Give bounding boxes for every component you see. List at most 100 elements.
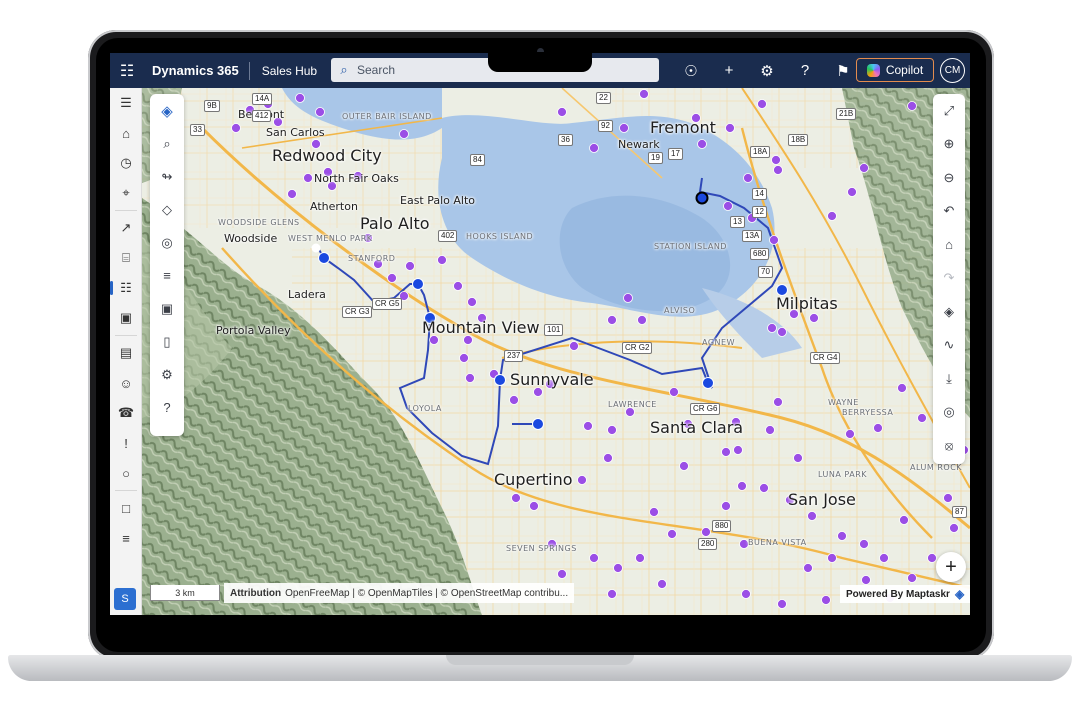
poi-marker[interactable] bbox=[405, 261, 415, 271]
poi-marker[interactable] bbox=[837, 531, 847, 541]
zoom-out-icon[interactable]: ⊖ bbox=[933, 161, 965, 195]
poi-marker[interactable] bbox=[907, 101, 917, 111]
plus-icon[interactable]: + bbox=[710, 53, 748, 88]
route-icon[interactable]: ↬ bbox=[150, 160, 184, 193]
poi-marker[interactable] bbox=[769, 235, 779, 245]
rocket-icon[interactable]: ↗ bbox=[110, 213, 142, 243]
poi-marker[interactable] bbox=[803, 563, 813, 573]
poi-marker[interactable] bbox=[315, 107, 325, 117]
alert-icon[interactable]: ! bbox=[110, 428, 142, 458]
camera-icon[interactable]: ▣ bbox=[150, 292, 184, 325]
poi-marker[interactable] bbox=[899, 515, 909, 525]
poi-marker[interactable] bbox=[607, 425, 617, 435]
question-icon[interactable]: ? bbox=[150, 391, 184, 424]
poi-marker[interactable] bbox=[767, 323, 777, 333]
download-icon[interactable]: ⤓ bbox=[933, 362, 965, 396]
user-avatar[interactable]: CM bbox=[940, 58, 965, 83]
map-style-icon[interactable]: ◈ bbox=[933, 295, 965, 329]
poi-marker[interactable] bbox=[737, 481, 747, 491]
poi-marker[interactable] bbox=[453, 281, 463, 291]
poi-marker[interactable] bbox=[741, 589, 751, 599]
map-attribution[interactable]: Attribution OpenFreeMap | © OpenMapTiles… bbox=[224, 583, 575, 603]
poi-marker[interactable] bbox=[809, 313, 819, 323]
user-settings-icon[interactable]: ⚙ bbox=[150, 358, 184, 391]
help-icon[interactable]: ? bbox=[786, 53, 824, 88]
poi-marker[interactable] bbox=[467, 297, 477, 307]
poi-marker[interactable] bbox=[287, 189, 297, 199]
home-icon[interactable]: ⌂ bbox=[110, 118, 142, 148]
pinned-icon[interactable]: ⌖ bbox=[110, 178, 142, 208]
route-stop-marker[interactable] bbox=[412, 278, 424, 290]
area-switcher[interactable]: S bbox=[114, 588, 136, 610]
poi-marker[interactable] bbox=[733, 445, 743, 455]
poi-marker[interactable] bbox=[607, 589, 617, 599]
route-stop-marker[interactable] bbox=[311, 243, 321, 253]
poi-marker[interactable] bbox=[847, 187, 857, 197]
poi-marker[interactable] bbox=[845, 429, 855, 439]
box-icon[interactable]: ▣ bbox=[110, 303, 142, 333]
poi-marker[interactable] bbox=[657, 579, 667, 589]
poi-marker[interactable] bbox=[701, 527, 711, 537]
poi-marker[interactable] bbox=[723, 201, 733, 211]
poi-marker[interactable] bbox=[577, 475, 587, 485]
poi-marker[interactable] bbox=[603, 453, 613, 463]
poi-marker[interactable] bbox=[827, 211, 837, 221]
poi-marker[interactable] bbox=[437, 255, 447, 265]
poi-marker[interactable] bbox=[589, 553, 599, 563]
poi-marker[interactable] bbox=[907, 573, 917, 583]
user-icon[interactable]: ○ bbox=[110, 458, 142, 488]
poi-marker[interactable] bbox=[917, 413, 927, 423]
shapes-icon[interactable]: ◎ bbox=[150, 226, 184, 259]
phone-icon[interactable]: ☎ bbox=[110, 398, 142, 428]
poi-marker[interactable] bbox=[773, 397, 783, 407]
ruler-icon[interactable]: ▯ bbox=[150, 325, 184, 358]
poi-marker[interactable] bbox=[635, 553, 645, 563]
powered-by[interactable]: Powered By Maptaskr ◈ bbox=[840, 585, 970, 603]
poi-marker[interactable] bbox=[511, 493, 521, 503]
recent-icon[interactable]: ◷ bbox=[110, 148, 142, 178]
poi-marker[interactable] bbox=[649, 507, 659, 517]
poi-marker[interactable] bbox=[859, 539, 869, 549]
poi-marker[interactable] bbox=[777, 327, 787, 337]
poi-marker[interactable] bbox=[667, 529, 677, 539]
poi-marker[interactable] bbox=[759, 483, 769, 493]
poi-marker[interactable] bbox=[459, 353, 469, 363]
poi-marker[interactable] bbox=[557, 107, 567, 117]
chart-icon[interactable]: ∿ bbox=[933, 329, 965, 363]
route-stop-marker[interactable] bbox=[318, 252, 330, 264]
compass-icon[interactable]: ⦻ bbox=[933, 429, 965, 463]
poi-marker[interactable] bbox=[725, 123, 735, 133]
list-icon[interactable]: ≡ bbox=[110, 523, 142, 553]
poi-marker[interactable] bbox=[743, 173, 753, 183]
poi-marker[interactable] bbox=[879, 553, 889, 563]
poi-marker[interactable] bbox=[897, 383, 907, 393]
poi-marker[interactable] bbox=[697, 139, 707, 149]
redo-icon[interactable]: ↷ bbox=[933, 262, 965, 296]
poi-marker[interactable] bbox=[679, 461, 689, 471]
route-stop-marker[interactable] bbox=[702, 377, 714, 389]
lightbulb-icon[interactable]: ☉ bbox=[672, 53, 710, 88]
poi-marker[interactable] bbox=[639, 89, 649, 99]
poi-marker[interactable] bbox=[231, 123, 241, 133]
settings-icon[interactable]: ⚙ bbox=[748, 53, 786, 88]
poi-marker[interactable] bbox=[861, 575, 871, 585]
map-nav-icon[interactable]: ☷ bbox=[110, 273, 142, 303]
home-icon[interactable]: ⌂ bbox=[933, 228, 965, 262]
app-launcher-icon[interactable]: ☷ bbox=[110, 53, 144, 88]
poi-marker[interactable] bbox=[295, 93, 305, 103]
clipboard-icon[interactable]: ⌸ bbox=[110, 243, 142, 273]
copilot-button[interactable]: Copilot bbox=[856, 58, 934, 82]
poi-marker[interactable] bbox=[827, 553, 837, 563]
layers-logo-icon[interactable]: ◈ bbox=[150, 94, 184, 127]
poi-marker[interactable] bbox=[399, 129, 409, 139]
poi-marker[interactable] bbox=[949, 523, 959, 533]
poi-marker[interactable] bbox=[583, 421, 593, 431]
poi-marker[interactable] bbox=[613, 563, 623, 573]
poi-marker[interactable] bbox=[721, 447, 731, 457]
zoom-in-icon[interactable]: ⊕ bbox=[933, 128, 965, 162]
collapse-icon[interactable]: ⤢ bbox=[933, 94, 965, 128]
filter-icon[interactable]: ≡ bbox=[150, 259, 184, 292]
poi-marker[interactable] bbox=[757, 99, 767, 109]
poi-marker[interactable] bbox=[509, 395, 519, 405]
layers-icon[interactable]: ◇ bbox=[150, 193, 184, 226]
